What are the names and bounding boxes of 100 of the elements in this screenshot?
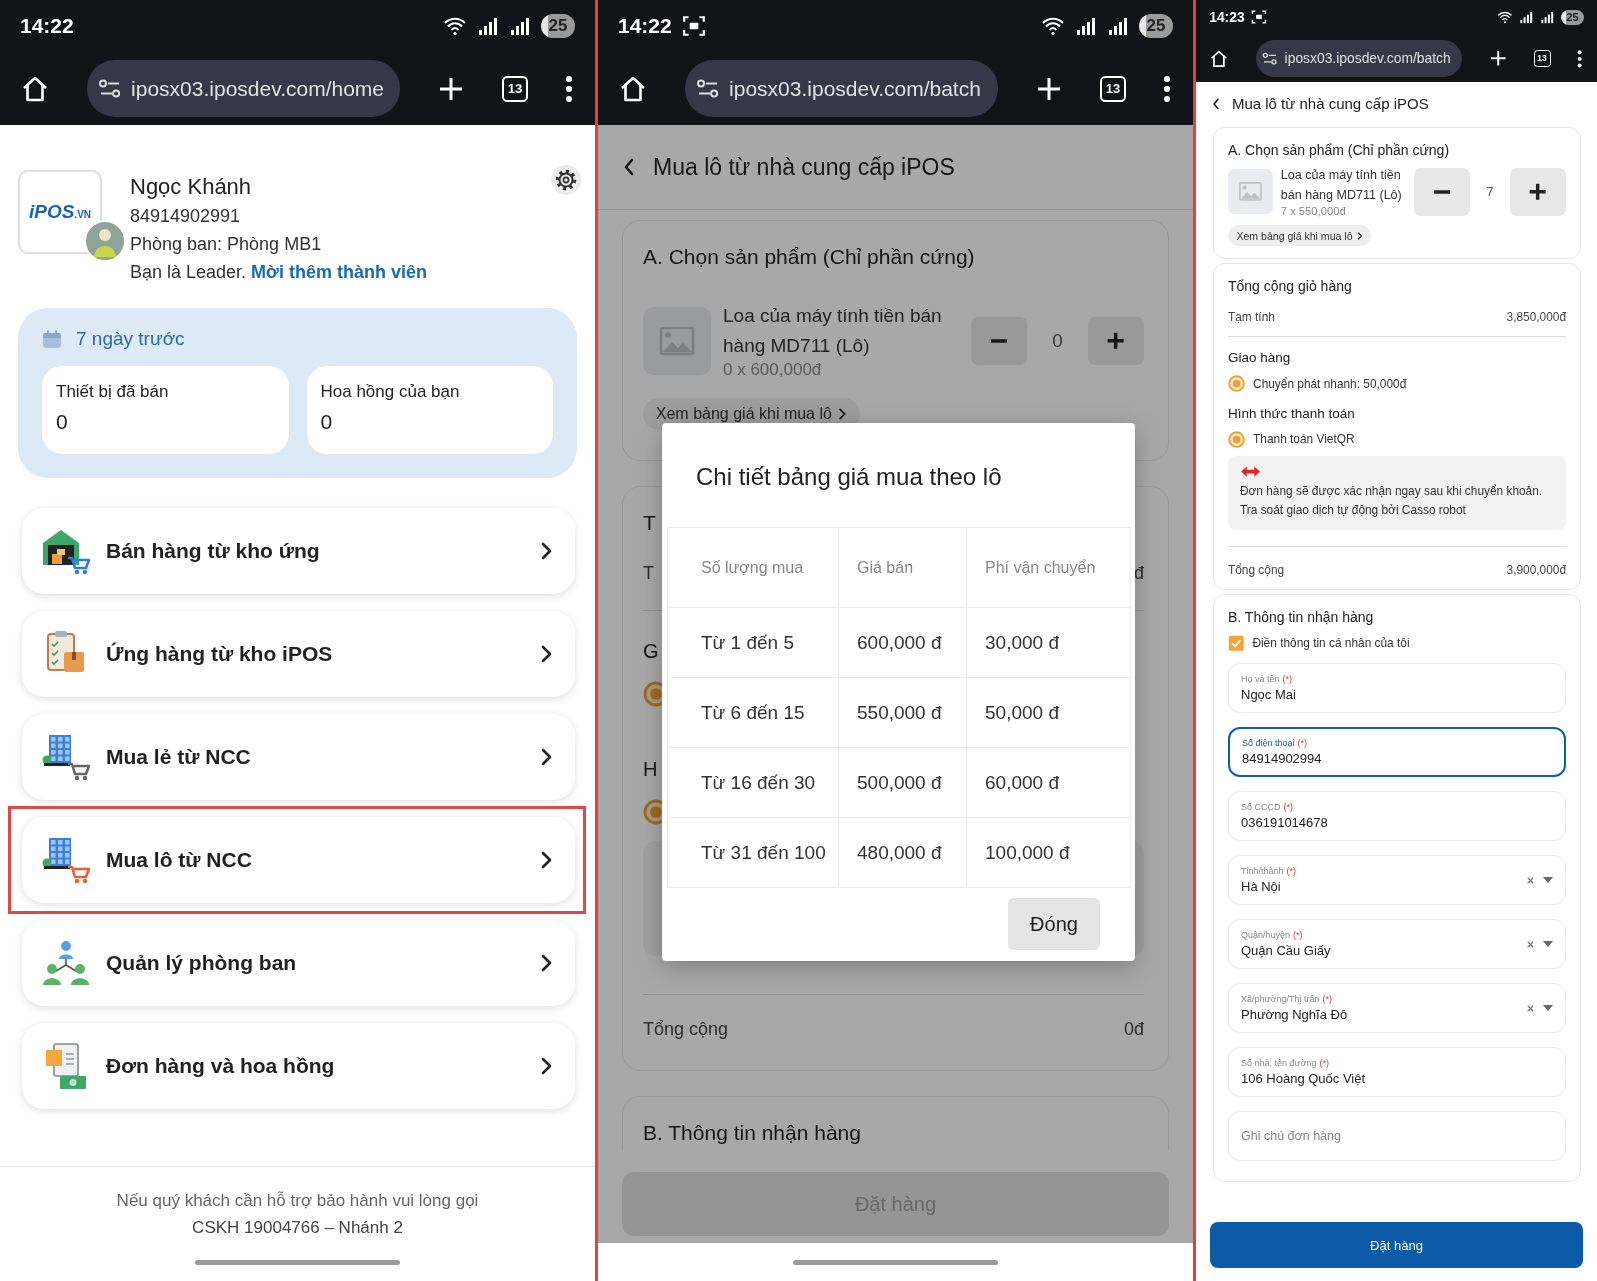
clear-icon[interactable] <box>1526 1003 1535 1013</box>
quantity-value: 7 <box>1485 184 1495 199</box>
total-label: Tổng cộng <box>643 1019 729 1041</box>
order-button[interactable]: Đặt hàng <box>1210 1222 1583 1268</box>
menu-icon[interactable] <box>1162 73 1171 104</box>
clear-icon[interactable] <box>1526 875 1535 885</box>
radio-button[interactable] <box>1228 430 1246 448</box>
caret-icon[interactable] <box>1543 1005 1553 1012</box>
decrease-button[interactable] <box>971 316 1028 365</box>
decrease-button[interactable] <box>1413 167 1470 216</box>
image-placeholder-icon <box>643 306 711 375</box>
table-cell: 30,000 đ <box>966 607 1131 678</box>
calendar-icon <box>42 329 62 349</box>
section-title: T <box>643 509 656 536</box>
address-bar[interactable]: iposx03.iposdev.com/home <box>87 60 400 117</box>
field-value: 84914902994 <box>1242 751 1323 767</box>
logo-suffix: .VN <box>74 209 92 220</box>
caret-icon[interactable] <box>1543 941 1553 948</box>
product-price: 0 x 600,000đ <box>723 360 823 381</box>
column-header: Phí vận chuyển <box>966 527 1131 608</box>
settings-icon[interactable] <box>551 165 581 195</box>
stat-value: 0 <box>320 410 334 434</box>
invite-link[interactable]: Mời thêm thành viên <box>251 262 427 282</box>
summary-label: T <box>643 563 654 585</box>
tab-count-button[interactable]: 13 <box>1099 75 1126 102</box>
page-title: Mua lô từ nhà cung cấp iPOS <box>653 153 955 181</box>
input-field[interactable]: Số điện thoại (*) 84914902994 <box>1228 727 1566 778</box>
section-title: B. Thông tin nhận hàng <box>643 1120 861 1147</box>
role-text: Bạn là Leader. Mời thêm thành viên <box>130 261 427 284</box>
table-cell: Từ 6 đến 15 <box>667 677 839 748</box>
support-text: CSKH 19004766 – Nhánh 2 <box>191 1217 404 1239</box>
tab-count-button[interactable]: 13 <box>501 75 528 102</box>
plus-icon[interactable] <box>1488 49 1507 68</box>
avatar <box>84 220 126 262</box>
field-label: Số nhà, tên đường <box>1241 1058 1317 1069</box>
close-button[interactable]: Đóng <box>1008 898 1100 950</box>
menu-item[interactable]: Quản lý phòng ban <box>22 920 575 1006</box>
minus-icon <box>1433 189 1450 194</box>
dropdown-field[interactable]: Tỉnh/thành (*) Hà Nội <box>1228 855 1566 906</box>
tab-count-button[interactable]: 13 <box>1533 49 1551 67</box>
menu-item[interactable]: Đơn hàng và hoa hồng <box>22 1023 575 1109</box>
column-header: Số lượng mua <box>667 527 839 608</box>
chevron-right-icon <box>540 954 553 972</box>
input-field[interactable]: Số CCCD (*) 036191014678 <box>1228 791 1566 842</box>
product-name: Loa của máy tính tiền bán hàng MD711 (Lô) <box>1280 167 1403 204</box>
page-title: Mua lô từ nhà cung cấp iPOS <box>1231 95 1429 112</box>
menu-label: Đơn hàng và hoa hồng <box>106 1054 336 1078</box>
support-text: Nếu quý khách cần hỗ trợ bảo hành vui lòng gọi <box>115 1190 480 1212</box>
price-table-link[interactable]: Xem bảng giá khi mua lô <box>1228 225 1371 247</box>
required-mark: (*) <box>1293 930 1303 941</box>
checkbox[interactable] <box>1228 634 1245 652</box>
signal-icon <box>1106 15 1129 37</box>
input-field[interactable]: Họ và tên (*) Ngọc Mai <box>1228 663 1566 714</box>
increase-button[interactable] <box>1088 316 1144 365</box>
menu-item[interactable]: Ứng hàng từ kho iPOS <box>22 611 575 697</box>
total-value: 3,900,000đ <box>1506 562 1566 577</box>
table-cell: 480,000 đ <box>838 817 967 888</box>
stat-label: Thiết bị đã bán <box>56 382 170 402</box>
wifi-icon <box>442 15 467 37</box>
dropdown-field[interactable]: Quận/huyện (*) Quận Cầu Giấy <box>1228 919 1566 970</box>
checkbox-label: Điền thông tin cá nhân của tôi <box>1252 635 1410 650</box>
menu-item[interactable]: Mua lô từ NCC <box>22 817 575 903</box>
menu-icon[interactable] <box>1577 48 1583 69</box>
table-cell: Từ 31 đến 100 <box>667 817 839 888</box>
address-bar[interactable]: iposx03.iposdev.com/batch <box>685 60 998 117</box>
period-label[interactable]: 7 ngày trước <box>76 328 185 350</box>
chevron-right-icon <box>838 407 848 420</box>
menu-item[interactable]: Bán hàng từ kho ứng <box>22 508 575 594</box>
radio-button[interactable] <box>1228 375 1246 393</box>
field-label: Số CCCD <box>1241 802 1281 813</box>
menu-label: Bán hàng từ kho ứng <box>106 539 321 563</box>
option-label: Chuyển phát nhanh: 50,000đ <box>1253 377 1407 392</box>
home-icon[interactable] <box>1209 48 1229 69</box>
menu-label: Mua lẻ từ NCC <box>106 745 252 769</box>
wifi-icon <box>1040 15 1065 37</box>
site-settings-icon[interactable] <box>1262 50 1279 66</box>
increase-button[interactable] <box>1510 167 1566 216</box>
placeholder-text: Ghi chú đơn hàng <box>1241 1129 1342 1144</box>
section-title: A. Chọn sản phẩm (Chỉ phần cứng) <box>1228 141 1450 161</box>
dropdown-field[interactable]: Xã/phường/Thị trấn (*) Phường Nghĩa Đô <box>1228 983 1566 1034</box>
field-value: Ngọc Mai <box>1241 687 1297 703</box>
caret-icon[interactable] <box>1543 877 1553 884</box>
chevron-right-icon <box>1356 231 1363 240</box>
menu-icon[interactable] <box>564 73 573 104</box>
section-title: Giao hàng <box>1228 349 1291 368</box>
address-bar[interactable]: iposx03.iposdev.com/batch <box>1255 39 1462 77</box>
signal-icon <box>1540 9 1555 25</box>
table-cell: 50,000 đ <box>966 677 1131 748</box>
battery-level: 25 <box>540 13 575 39</box>
section-title: G <box>643 639 659 665</box>
table-cell: 550,000 đ <box>838 677 967 748</box>
status-time: 14:23 <box>1209 9 1245 26</box>
section-title: H <box>643 757 658 783</box>
clear-icon[interactable] <box>1526 939 1535 949</box>
input-field[interactable]: Số nhà, tên đường (*) 106 Hoàng Quốc Việt <box>1228 1047 1566 1098</box>
back-icon[interactable] <box>1212 97 1220 110</box>
text-area[interactable]: Ghi chú đơn hàng <box>1228 1111 1566 1162</box>
back-icon[interactable] <box>623 158 635 176</box>
menu-item[interactable]: Mua lẻ từ NCC <box>22 714 575 800</box>
summary-value: đ <box>1134 563 1144 585</box>
